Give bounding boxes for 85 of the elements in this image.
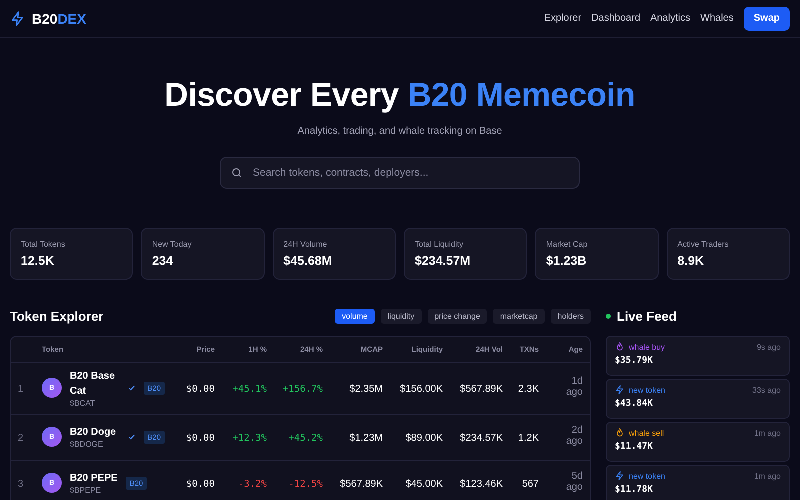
- change-cell: +12.3%: [232, 433, 267, 444]
- txns-cell: 1.2K: [518, 433, 539, 444]
- mcap-cell: $567.89K: [340, 479, 383, 490]
- feed-card[interactable]: whale buy 9s ago $35.79K: [606, 336, 790, 376]
- section-title: Token Explorer: [10, 308, 104, 324]
- stat-label: Active Traders: [678, 240, 730, 249]
- sort-tab[interactable]: marketcap: [493, 308, 545, 324]
- sort-tab[interactable]: holders: [550, 308, 591, 324]
- feed-label: new token: [629, 386, 666, 394]
- search-icon: [231, 167, 243, 179]
- stat-label: Total Tokens: [21, 240, 66, 249]
- txns-cell: 2.3K: [518, 384, 539, 395]
- change-cell: +45.2%: [288, 433, 323, 444]
- txns-cell: 567: [522, 479, 539, 490]
- hero-subtitle: Analytics, trading, and whale tracking on Base: [298, 126, 502, 137]
- feed-card[interactable]: new token 33s ago $43.84K: [606, 379, 790, 419]
- token-name[interactable]: B20 PEPE: [70, 471, 118, 486]
- token-symbol: $BPEPE: [70, 486, 102, 495]
- token-symbol: $BCAT: [70, 398, 96, 408]
- search-input[interactable]: Search tokens, contracts, deployers...: [251, 166, 569, 180]
- row-rank: 2: [18, 433, 24, 444]
- feed-amount: $35.79K: [615, 356, 654, 366]
- stat-value: 234: [152, 254, 174, 268]
- feed-label: new token: [629, 472, 666, 480]
- sort-tab[interactable]: volume: [335, 308, 375, 324]
- liquidity-cell: $89.00K: [406, 433, 443, 444]
- liquidity-cell: $156.00K: [400, 384, 443, 395]
- liquidity-cell: $45.00K: [406, 479, 443, 490]
- feed-label: whale sell: [629, 428, 664, 438]
- feed-card[interactable]: whale sell 1m ago $11.47K: [606, 422, 790, 462]
- price-cell: $0.00: [186, 384, 215, 395]
- stat-value: $234.57M: [415, 254, 472, 268]
- stat-value: $1.23B: [546, 254, 588, 268]
- hero-title: Discover Every B20 Memecoin: [164, 76, 636, 114]
- mcap-cell: $2.35M: [350, 384, 383, 395]
- live-dot: [606, 314, 611, 318]
- stat-label: 24H Volume: [284, 240, 328, 249]
- change-cell: -3.2%: [238, 479, 267, 490]
- row-rank: 1: [18, 384, 24, 395]
- price-cell: $0.00: [186, 433, 215, 444]
- stat-label: New Today: [152, 240, 193, 249]
- token-name[interactable]: B20 Doge: [70, 425, 116, 440]
- sort-tab[interactable]: price change: [428, 308, 488, 324]
- sort-tab[interactable]: liquidity: [380, 308, 422, 324]
- token-name[interactable]: B20 Base Cat: [70, 368, 120, 398]
- stat-label: Total Liquidity: [415, 240, 464, 249]
- stat-value: 12.5K: [21, 254, 56, 268]
- stat-label: Market Cap: [546, 240, 589, 249]
- nav-link[interactable]: Dashboard: [592, 13, 640, 24]
- lightning-icon: [615, 471, 625, 481]
- row-rank: 3: [18, 479, 24, 490]
- feed-time: 33s ago: [752, 386, 781, 394]
- nav-link[interactable]: Analytics: [650, 13, 691, 24]
- volume-cell: $234.57K: [460, 433, 503, 444]
- flame-icon: [615, 428, 625, 438]
- feed-time: 1m ago: [754, 428, 781, 438]
- age-cell-text: 2d ago: [565, 425, 583, 447]
- volume-cell: $567.89K: [460, 384, 503, 395]
- mcap-cell: $1.23M: [350, 433, 383, 444]
- age-cell-text: 5d ago: [565, 471, 583, 493]
- feed-amount: $11.47K: [615, 442, 654, 452]
- lightning-icon: [615, 385, 625, 395]
- feed-label: whale buy: [629, 342, 666, 352]
- nav-link[interactable]: Whales: [700, 13, 734, 24]
- stat-value: 8.9K: [678, 254, 706, 268]
- lightning-icon: [10, 10, 26, 26]
- change-cell: +45.1%: [232, 384, 267, 395]
- feed-amount: $43.84K: [615, 399, 654, 409]
- nav-link[interactable]: Explorer: [544, 13, 582, 24]
- price-cell: $0.00: [186, 479, 215, 490]
- volume-cell: $123.46K: [460, 479, 503, 490]
- feed-card[interactable]: new token 1m ago $11.78K: [606, 465, 790, 500]
- feed-time: 9s ago: [756, 342, 781, 352]
- swap-button[interactable]: Swap: [744, 6, 790, 30]
- age-cell-text: 1d ago: [565, 376, 583, 398]
- section-title: Live Feed: [617, 308, 677, 324]
- change-cell: -12.5%: [288, 479, 323, 490]
- feed-time: 1m ago: [754, 472, 781, 480]
- flame-icon: [615, 342, 625, 352]
- change-cell: +156.7%: [282, 384, 323, 395]
- feed-amount: $11.78K: [615, 485, 654, 495]
- stat-value: $45.68M: [284, 254, 334, 268]
- search-field[interactable]: Search tokens, contracts, deployers...: [220, 157, 580, 189]
- logo-text[interactable]: B20DEX: [32, 10, 86, 26]
- token-symbol: $BDOGE: [70, 440, 104, 449]
